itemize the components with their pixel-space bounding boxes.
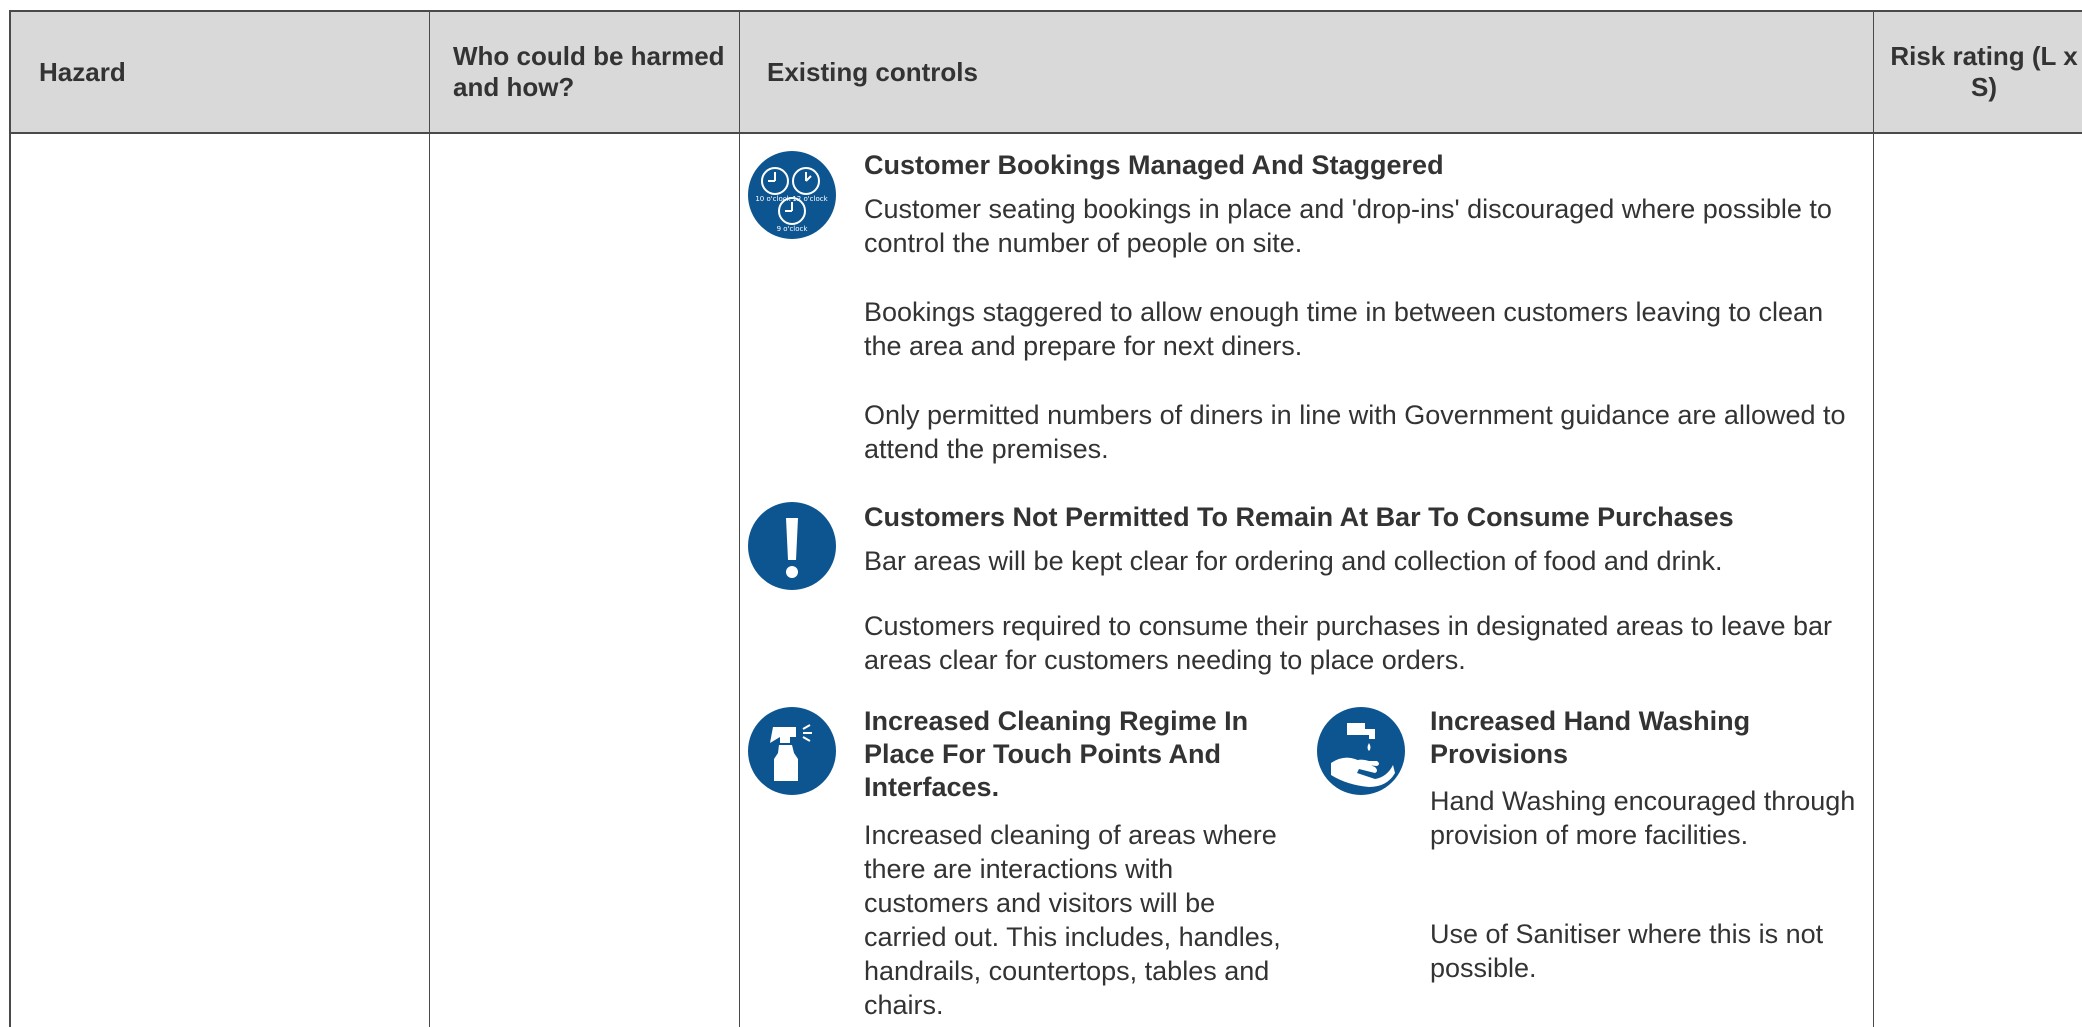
control-paragraph: Bookings staggered to allow enough time … <box>864 297 1824 361</box>
control-paragraph: Increased cleaning of areas where there … <box>864 820 1281 1020</box>
control-title: Customer Bookings Managed And Staggered <box>864 150 1444 180</box>
header-hazard: Hazard <box>39 56 126 87</box>
svg-text:9 o'clock: 9 o'clock <box>777 225 809 233</box>
control-paragraph: Hand Washing encouraged through provisio… <box>1430 786 1856 850</box>
table-header: Hazard Who could be harmed and how? Exis… <box>11 12 2082 134</box>
column-divider <box>739 12 740 1027</box>
column-divider <box>1873 12 1874 1027</box>
header-existing-controls: Existing controls <box>767 56 978 87</box>
control-paragraph: Use of Sanitiser where this is not possi… <box>1430 919 1824 983</box>
control-paragraph: Only permitted numbers of diners in line… <box>864 400 1846 464</box>
clock-icon: 10 o'clock 12 o'clock 9 o'clock <box>748 151 836 239</box>
spray-bottle-icon <box>748 707 836 795</box>
control-title: Increased Hand Washing Provisions <box>1430 706 1751 769</box>
control-paragraph: Customers required to consume their purc… <box>864 611 1833 675</box>
hand-washing-icon <box>1317 707 1405 795</box>
svg-text:12 o'clock: 12 o'clock <box>792 195 828 203</box>
header-risk-rating: Risk rating (L x S) <box>1890 41 2078 102</box>
header-who-could-be-harmed: Who could be harmed and how? <box>453 41 725 102</box>
risk-assessment-table: Hazard Who could be harmed and how? Exis… <box>9 10 2082 1027</box>
exclamation-icon <box>748 502 836 590</box>
column-divider <box>429 12 430 1027</box>
control-title: Increased Cleaning Regime In Place For T… <box>864 706 1249 802</box>
svg-text:10 o'clock: 10 o'clock <box>755 195 791 203</box>
control-title: Customers Not Permitted To Remain At Bar… <box>864 502 1734 532</box>
control-paragraph: Customer seating bookings in place and '… <box>864 194 1832 258</box>
control-paragraph: Bar areas will be kept clear for orderin… <box>864 546 1723 576</box>
